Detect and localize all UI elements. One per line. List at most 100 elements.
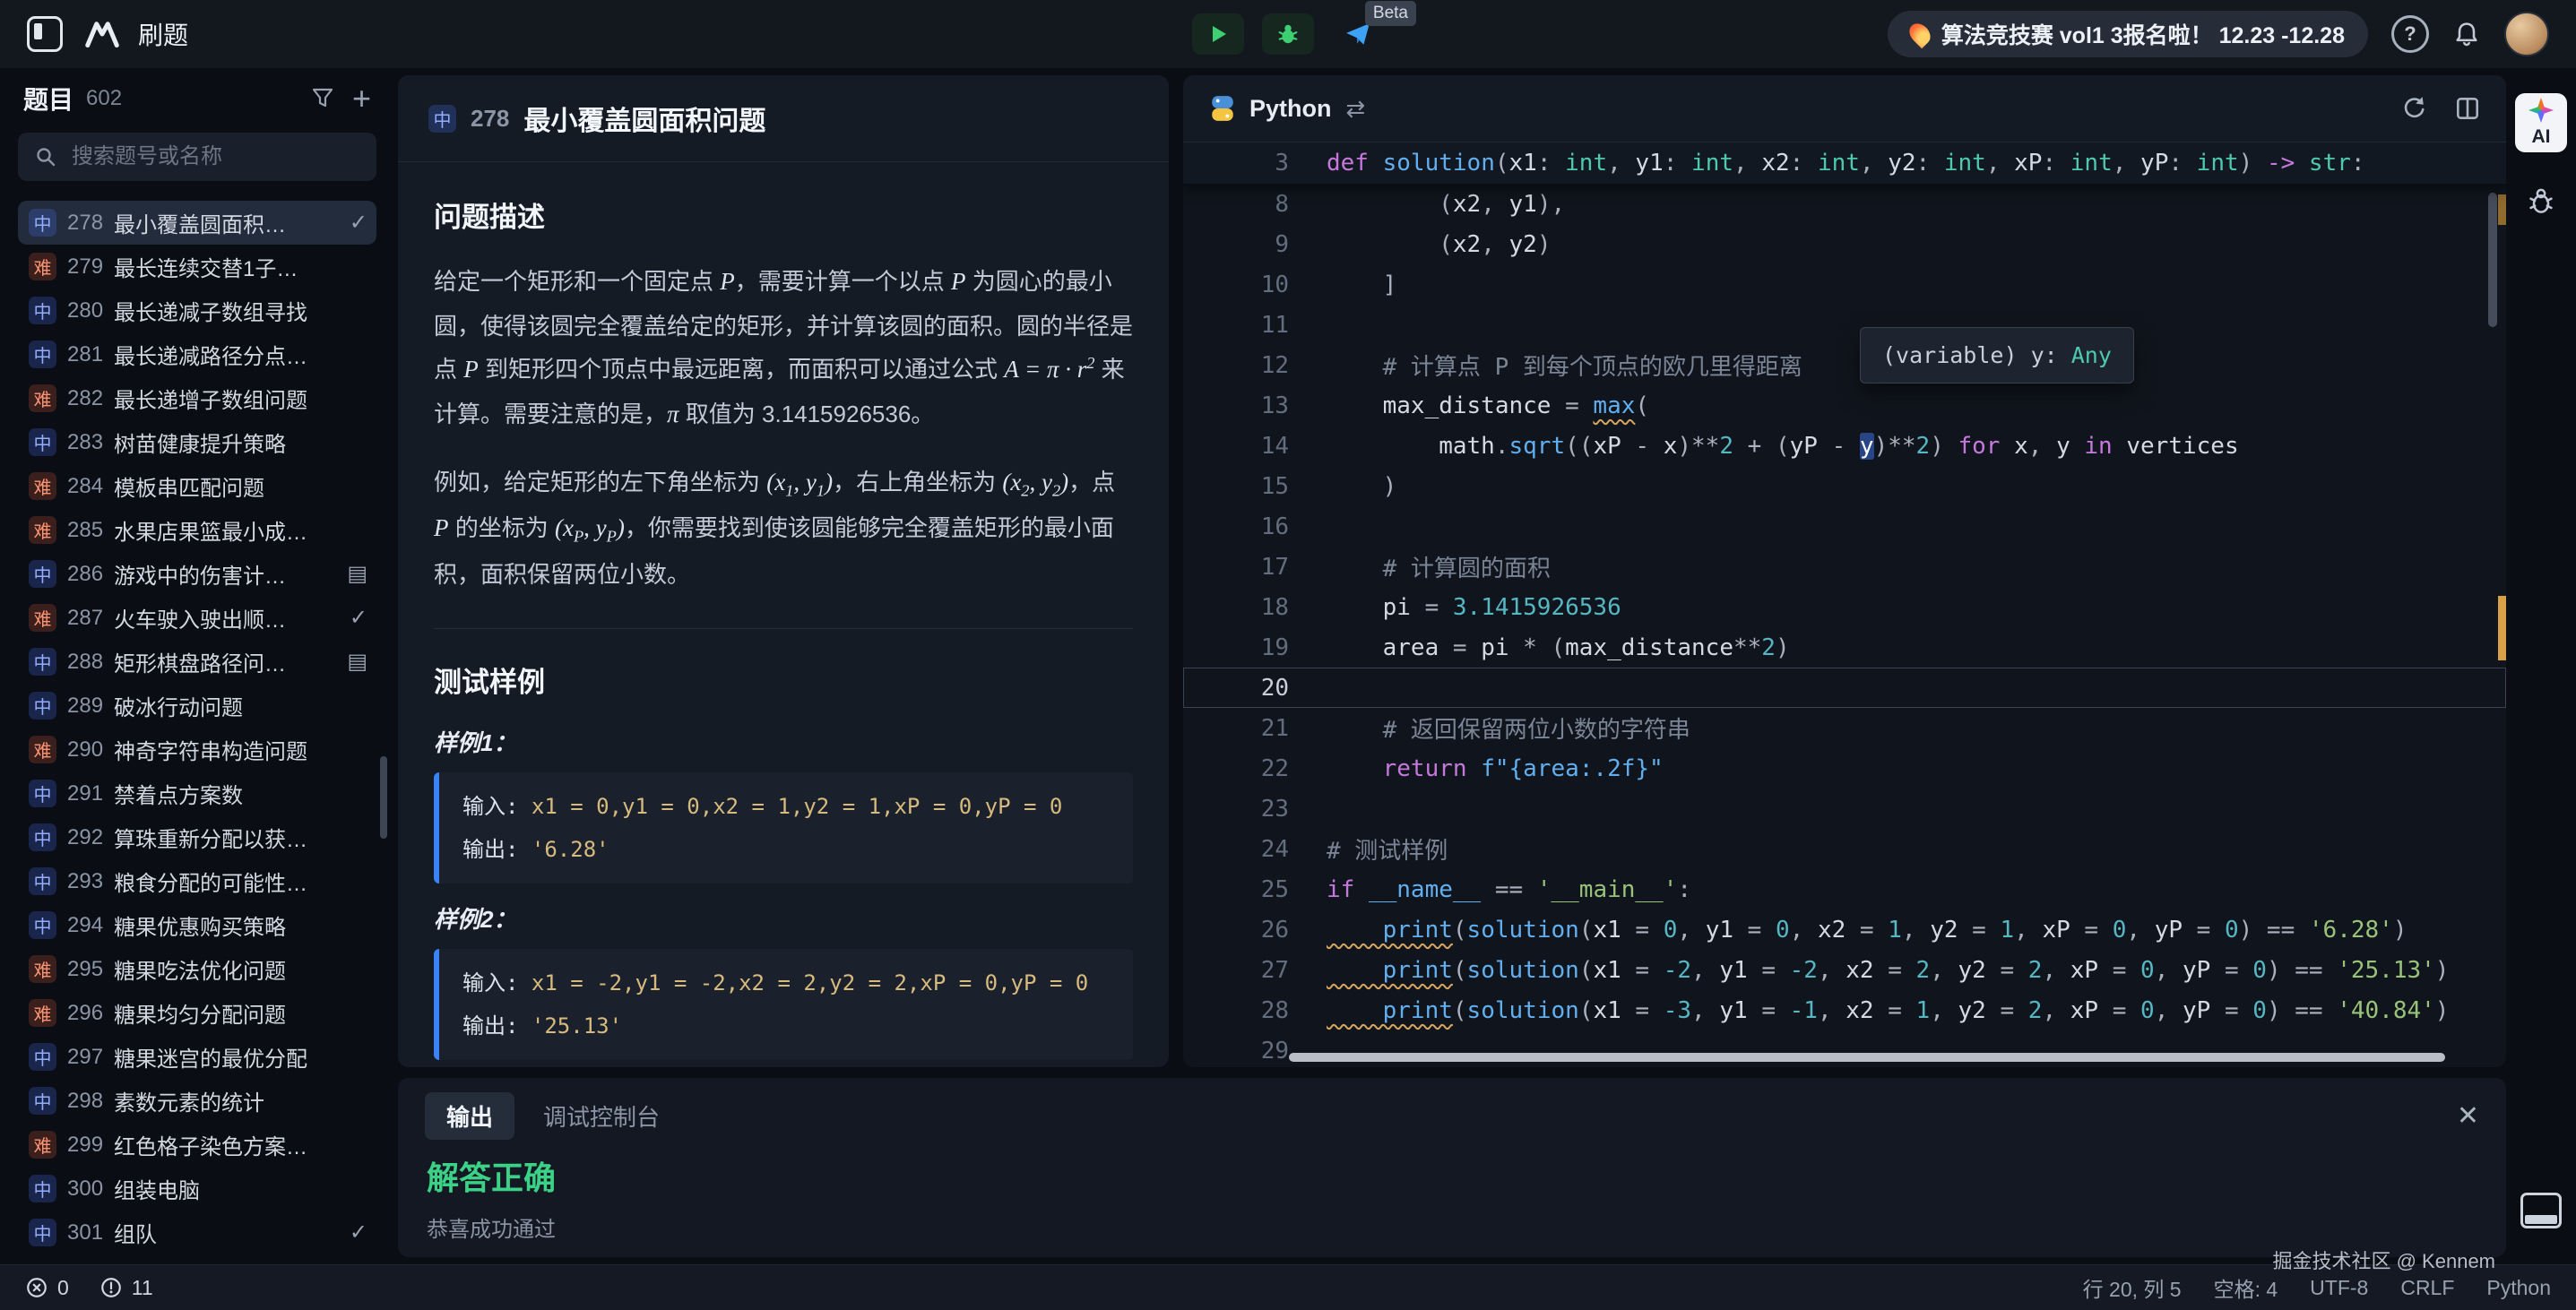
difficulty-badge: 中 — [29, 1087, 56, 1115]
tab-debug-console[interactable]: 调试控制台 — [543, 1099, 660, 1133]
sidebar-scrollbar[interactable] — [380, 756, 387, 839]
problem-list-item[interactable]: 中300组装电脑 — [18, 1167, 376, 1211]
problem-header: 中 278 最小覆盖圆面积问题 — [398, 75, 1169, 162]
difficulty-badge: 难 — [29, 516, 56, 544]
code-line[interactable]: 23 — [1183, 789, 2506, 829]
problem-list-item[interactable]: 中281最长递减路径分点… — [18, 332, 376, 376]
code-line[interactable]: 13 max_distance = max( — [1183, 385, 2506, 426]
submit-button[interactable]: Beta — [1332, 13, 1384, 55]
difficulty-badge: 中 — [29, 1175, 56, 1202]
problem-title: 模板串匹配问题 — [114, 470, 367, 502]
problem-list-item[interactable]: 中288矩形棋盘路径问…▤ — [18, 640, 376, 684]
code-line[interactable]: 19 area = pi * (max_distance**2) — [1183, 627, 2506, 668]
code-line[interactable]: 27 print(solution(x1 = -2, y1 = -2, x2 =… — [1183, 950, 2506, 990]
problem-list-item[interactable]: 中289破冰行动问题 — [18, 684, 376, 728]
problem-list-item[interactable]: 难299红色格子染色方案… — [18, 1123, 376, 1167]
warnings-icon — [99, 1276, 123, 1299]
help-button[interactable]: ? — [2391, 15, 2429, 53]
problem-list-item[interactable]: 难295糖果吃法优化问题 — [18, 947, 376, 991]
problem-title: 树苗健康提升策略 — [114, 427, 367, 458]
problem-list-item[interactable]: 中283树苗健康提升策略 — [18, 420, 376, 464]
problem-list-item[interactable]: 中301组队✓ — [18, 1211, 376, 1254]
code-line[interactable]: 15 ) — [1183, 466, 2506, 506]
problem-list-item[interactable]: 难296糖果均匀分配问题 — [18, 991, 376, 1035]
code-line[interactable]: 18 pi = 3.1415926536 — [1183, 587, 2506, 627]
problem-list-item[interactable]: 难282最长递增子数组问题 — [18, 376, 376, 420]
indent-setting[interactable]: 空格: 4 — [2214, 1272, 2278, 1303]
problem-list-item[interactable]: 难290神奇字符串构造问题 — [18, 728, 376, 771]
problem-list-item[interactable]: 中278最小覆盖圆面积…✓ — [18, 201, 376, 245]
problem-list-item[interactable]: 中280最长递减子数组寻找 — [18, 289, 376, 332]
contest-banner[interactable]: 算法竞技赛 vol1 3报名啦！ 12.23 -12.28 — [1888, 11, 2368, 57]
note-icon: ▤ — [347, 561, 367, 587]
problem-list-item[interactable]: 中297糖果迷宫的最优分配 — [18, 1035, 376, 1079]
problem-id: 287 — [67, 606, 103, 631]
code-line[interactable]: 26 print(solution(x1 = 0, y1 = 0, x2 = 1… — [1183, 909, 2506, 950]
add-problem-button[interactable]: + — [352, 82, 371, 115]
problem-list-item[interactable]: 难284模板串匹配问题 — [18, 464, 376, 508]
problem-list-item[interactable]: 中291禁着点方案数 — [18, 771, 376, 815]
tab-output[interactable]: 输出 — [425, 1092, 514, 1140]
eol-setting[interactable]: CRLF — [2400, 1276, 2454, 1300]
warnings-count[interactable]: 11 — [132, 1276, 153, 1300]
code-line[interactable]: 14 math.sqrt((xP - x)**2 + (yP - y)**2) … — [1183, 426, 2506, 466]
ai-assistant-button[interactable]: AI — [2515, 93, 2567, 152]
code-line[interactable]: 9 (x2, y2) — [1183, 224, 2506, 264]
editor-panel: Python ⇄ — [1183, 75, 2506, 1067]
editor-vertical-scrollbar[interactable] — [2488, 193, 2497, 327]
cursor-position[interactable]: 行 20, 列 5 — [2083, 1272, 2182, 1303]
search-icon — [34, 145, 57, 168]
code-editor[interactable]: 3 def solution(x1: int, y1: int, x2: int… — [1183, 142, 2506, 1067]
debug-panel-icon[interactable] — [2527, 186, 2555, 215]
notification-bell-icon[interactable] — [2452, 20, 2481, 48]
code-line[interactable]: 11 — [1183, 305, 2506, 345]
code-line[interactable]: 16 — [1183, 506, 2506, 547]
editor-horizontal-scrollbar[interactable] — [1289, 1053, 2445, 1062]
code-line[interactable]: 12 # 计算点 P 到每个顶点的欧几里得距离 — [1183, 345, 2506, 385]
problem-title: 最长递增子数组问题 — [114, 383, 367, 414]
problem-list-item[interactable]: 难279最长连续交替1子… — [18, 245, 376, 289]
problem-list-item[interactable]: 中293粮食分配的可能性… — [18, 859, 376, 903]
code-line[interactable]: 28 print(solution(x1 = -3, y1 = -1, x2 =… — [1183, 990, 2506, 1030]
toggle-panel-icon[interactable] — [2520, 1193, 2562, 1228]
code-line[interactable]: 10 ] — [1183, 264, 2506, 305]
line-number: 24 — [1183, 836, 1327, 863]
problem-list-item[interactable]: 难285水果店果篮最小成… — [18, 508, 376, 552]
problem-list-item[interactable]: 中298素数元素的统计 — [18, 1079, 376, 1123]
reset-code-icon[interactable] — [2400, 95, 2427, 122]
code-line[interactable]: 24# 测试样例 — [1183, 829, 2506, 869]
sticky-code-line[interactable]: 3 def solution(x1: int, y1: int, x2: int… — [1183, 142, 2506, 184]
close-icon[interactable]: ✕ — [2457, 1100, 2479, 1132]
difficulty-badge: 中 — [29, 911, 56, 939]
language-switch-icon[interactable]: ⇄ — [1346, 95, 1366, 123]
code-line[interactable]: 8 (x2, y1), — [1183, 184, 2506, 224]
code-line[interactable]: 21 # 返回保留两位小数的字符串 — [1183, 708, 2506, 748]
problem-list-item[interactable]: 中286游戏中的伤害计…▤ — [18, 552, 376, 596]
user-avatar[interactable] — [2504, 12, 2549, 56]
problem-id: 301 — [67, 1220, 103, 1245]
sample-label: 样例2： — [434, 901, 1133, 935]
errors-count[interactable]: 0 — [57, 1276, 69, 1300]
problem-title: 火车驶入驶出顺… — [114, 602, 339, 633]
code-line[interactable]: 20 — [1183, 668, 2506, 708]
debug-run-button[interactable] — [1262, 13, 1314, 55]
problem-list-item[interactable]: 中292算珠重新分配以获… — [18, 815, 376, 859]
filter-icon[interactable] — [311, 87, 334, 110]
search-input[interactable] — [70, 143, 360, 170]
search-box[interactable] — [18, 133, 376, 181]
code-line[interactable]: 17 # 计算圆的面积 — [1183, 547, 2506, 587]
difficulty-badge: 中 — [29, 1219, 56, 1246]
code-line[interactable]: 22 return f"{area:.2f}" — [1183, 748, 2506, 789]
run-button[interactable] — [1192, 13, 1244, 55]
problem-list-item[interactable]: 难287火车驶入驶出顺…✓ — [18, 596, 376, 640]
brand-logo-icon[interactable] — [84, 21, 120, 47]
sidebar-toggle-icon[interactable] — [27, 16, 63, 52]
code-text: ) — [1327, 473, 1396, 500]
code-text: # 计算圆的面积 — [1327, 550, 1551, 583]
language-mode[interactable]: Python — [2486, 1276, 2551, 1300]
problem-list-item[interactable]: 中294糖果优惠购买策略 — [18, 903, 376, 947]
code-line[interactable]: 25if __name__ == '__main__': — [1183, 869, 2506, 909]
fullscreen-icon[interactable] — [2454, 95, 2481, 122]
line-number: 28 — [1183, 997, 1327, 1024]
encoding[interactable]: UTF-8 — [2310, 1276, 2368, 1300]
